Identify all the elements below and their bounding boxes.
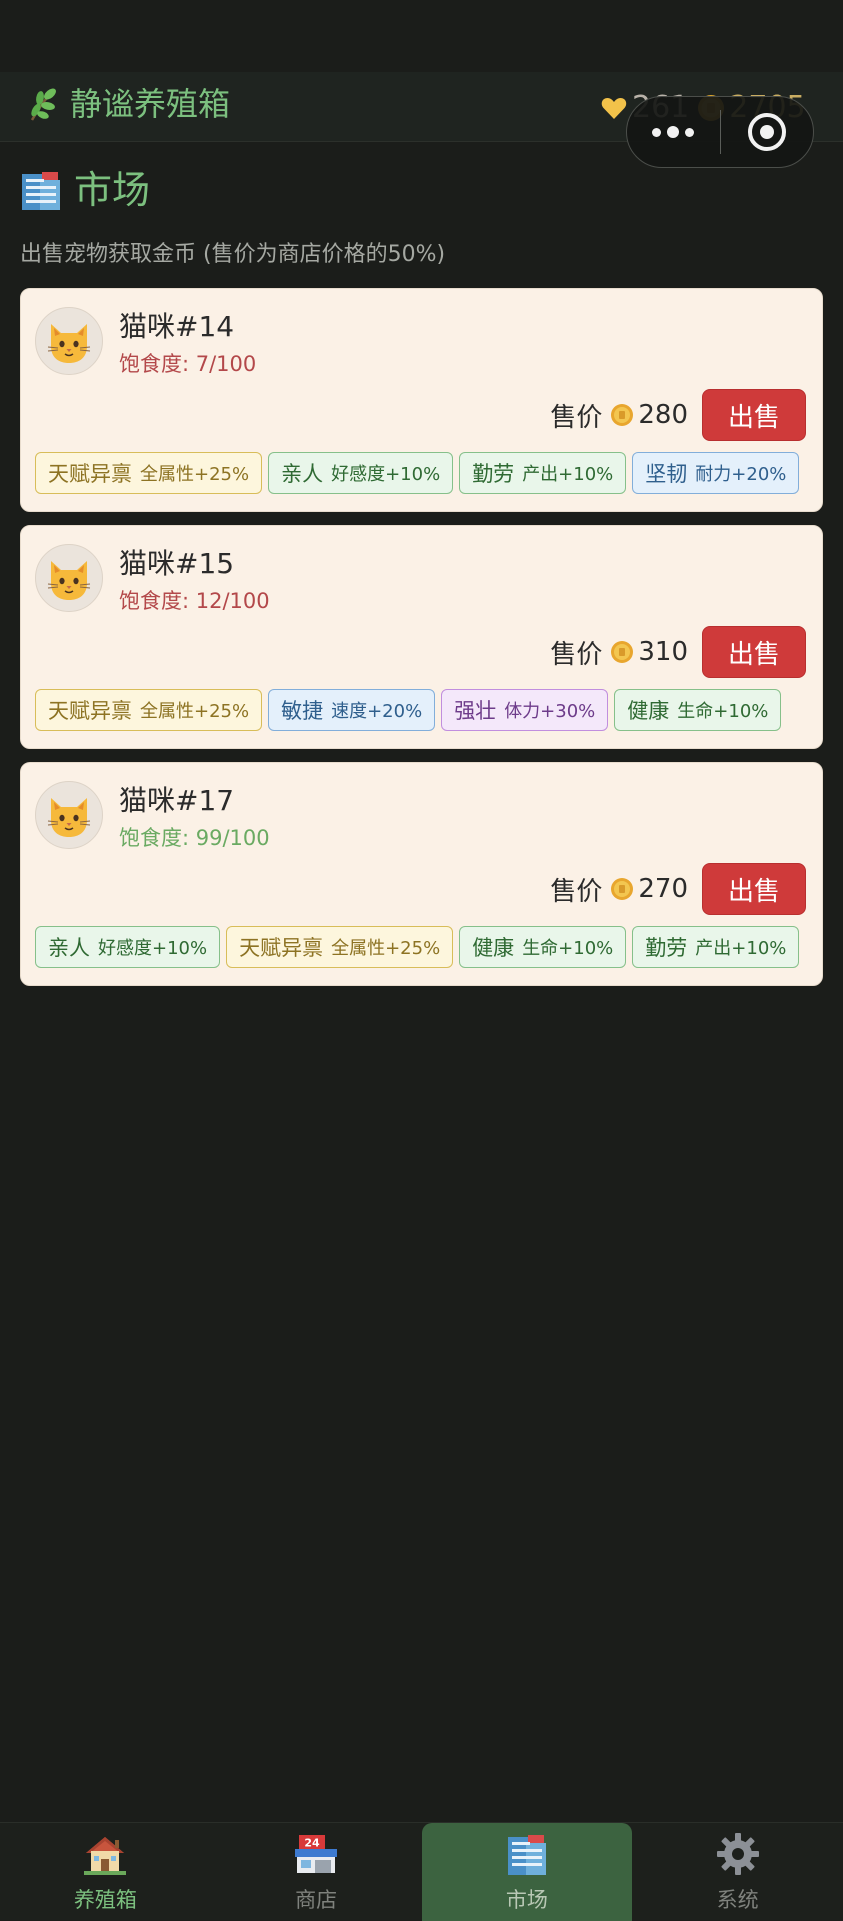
- herb-icon: [30, 88, 56, 121]
- trait-name: 敏捷: [281, 699, 324, 723]
- price-value: 310: [638, 637, 688, 667]
- pet-avatar: [35, 307, 103, 375]
- price-row: 售价 270 出售: [550, 863, 806, 915]
- cat-face-icon: [47, 798, 91, 837]
- trait-effect: 生命+10%: [522, 938, 614, 959]
- trait-tag: 勤劳 产出+10%: [459, 452, 627, 494]
- trait-name: 天赋异禀: [48, 462, 132, 486]
- nav-item-market[interactable]: 市场: [421, 1823, 633, 1921]
- trait-tag: 强壮 体力+30%: [441, 689, 609, 731]
- trait-effect: 全属性+25%: [140, 464, 250, 485]
- trait-name: 健康: [472, 936, 515, 960]
- pet-card: 猫咪#14 饱食度: 7/100 售价 280 出售 天赋异禀 全属性+25% 亲…: [20, 288, 823, 512]
- close-miniprogram-button[interactable]: [721, 97, 814, 167]
- trait-effect: 好感度+10%: [331, 464, 441, 485]
- app-title: 静谧养殖箱: [26, 84, 230, 124]
- trait-name: 坚韧: [645, 462, 688, 486]
- price-value: 270: [638, 874, 688, 904]
- pet-card: 猫咪#17 饱食度: 99/100 售价 270 出售 亲人 好感度+10% 天赋…: [20, 762, 823, 986]
- heart-icon: [601, 98, 627, 119]
- trait-effect: 全属性+25%: [331, 938, 441, 959]
- sell-button[interactable]: 出售: [702, 863, 806, 915]
- trait-tag: 健康 生命+10%: [459, 926, 627, 968]
- trait-name: 勤劳: [472, 462, 515, 486]
- trait-effect: 速度+20%: [331, 701, 423, 722]
- market-heading: 市场: [20, 166, 150, 214]
- price-row: 售价 310 出售: [550, 626, 806, 678]
- trait-tags: 天赋异禀 全属性+25% 亲人 好感度+10% 勤劳 产出+10% 坚韧 耐力+20%: [35, 452, 800, 494]
- price-label: 售价: [550, 876, 603, 907]
- gear-icon: [716, 1833, 759, 1875]
- nav-label: 系统: [716, 1888, 759, 1912]
- bottom-nav: 养殖箱 24 商店 市场 系统: [0, 1822, 843, 1921]
- nav-label: 市场: [505, 1888, 548, 1912]
- app-title-text: 静谧养殖箱: [70, 85, 231, 123]
- pet-avatar: [35, 544, 103, 612]
- dot-icon: [652, 127, 662, 137]
- trait-tags: 亲人 好感度+10% 天赋异禀 全属性+25% 健康 生命+10% 勤劳 产出+10%: [35, 926, 800, 968]
- target-icon: [747, 113, 786, 151]
- trait-tag: 敏捷 速度+20%: [268, 689, 436, 731]
- trait-tags: 天赋异禀 全属性+25% 敏捷 速度+20% 强壮 体力+30% 健康 生命+10%: [35, 689, 782, 731]
- market-subtitle: 出售宠物获取金币 (售价为商店价格的50%): [20, 242, 446, 267]
- pet-card: 猫咪#15 饱食度: 12/100 售价 310 出售 天赋异禀 全属性+25% …: [20, 525, 823, 749]
- dot-icon: [685, 127, 695, 137]
- trait-name: 亲人: [48, 936, 90, 960]
- house-icon: [84, 1837, 127, 1875]
- market-building-icon: [22, 172, 60, 210]
- sell-button[interactable]: 出售: [702, 389, 806, 441]
- nav-item-breeding-box[interactable]: 养殖箱: [0, 1823, 211, 1921]
- market-title: 市场: [74, 168, 151, 212]
- cat-face-icon: [47, 561, 91, 600]
- nav-item-system[interactable]: 系统: [632, 1823, 843, 1921]
- pet-name: 猫咪#14: [119, 310, 235, 343]
- price-label: 售价: [550, 639, 603, 670]
- trait-effect: 好感度+10%: [98, 938, 208, 959]
- price-value: 280: [638, 400, 688, 430]
- coin-icon: [611, 878, 634, 900]
- trait-effect: 产出+10%: [522, 464, 614, 485]
- nav-label: 商店: [295, 1888, 338, 1912]
- trait-tag: 健康 生命+10%: [614, 689, 782, 731]
- pet-satiety: 饱食度: 7/100: [119, 352, 257, 376]
- trait-effect: 耐力+20%: [695, 464, 787, 485]
- trait-tag: 亲人 好感度+10%: [268, 452, 454, 494]
- trait-effect: 产出+10%: [695, 938, 787, 959]
- coin-icon: [611, 404, 634, 426]
- pet-name: 猫咪#15: [119, 547, 235, 580]
- trait-name: 健康: [627, 699, 670, 723]
- trait-tag: 天赋异禀 全属性+25%: [35, 689, 263, 731]
- trait-effect: 生命+10%: [677, 701, 769, 722]
- pet-name: 猫咪#17: [119, 784, 235, 817]
- miniprogram-capsule: [626, 96, 814, 168]
- more-button[interactable]: [627, 97, 720, 167]
- dot-icon: [667, 126, 680, 138]
- sell-button[interactable]: 出售: [702, 626, 806, 678]
- trait-name: 亲人: [281, 462, 324, 486]
- trait-name: 勤劳: [645, 936, 688, 960]
- store-icon: 24: [295, 1835, 338, 1873]
- market-building-icon: [507, 1835, 546, 1875]
- price-label: 售价: [550, 402, 603, 433]
- trait-name: 天赋异禀: [48, 699, 132, 723]
- pet-avatar: [35, 781, 103, 849]
- price-row: 售价 280 出售: [550, 389, 806, 441]
- trait-tag: 天赋异禀 全属性+25%: [35, 452, 263, 494]
- svg-text:24: 24: [304, 1837, 320, 1850]
- pet-satiety: 饱食度: 12/100: [119, 589, 270, 613]
- nav-label: 养殖箱: [73, 1888, 137, 1912]
- trait-effect: 全属性+25%: [140, 701, 250, 722]
- trait-tag: 天赋异禀 全属性+25%: [226, 926, 454, 968]
- nav-item-store[interactable]: 24 商店: [211, 1823, 422, 1921]
- status-bar: [0, 0, 843, 72]
- trait-tag: 坚韧 耐力+20%: [632, 452, 800, 494]
- trait-tag: 勤劳 产出+10%: [632, 926, 800, 968]
- cat-face-icon: [47, 324, 91, 363]
- trait-name: 天赋异禀: [239, 936, 324, 960]
- pet-satiety: 饱食度: 99/100: [119, 826, 270, 850]
- trait-tag: 亲人 好感度+10%: [35, 926, 221, 968]
- trait-name: 强壮: [454, 699, 497, 723]
- coin-icon: [611, 641, 634, 663]
- trait-effect: 体力+30%: [504, 701, 596, 722]
